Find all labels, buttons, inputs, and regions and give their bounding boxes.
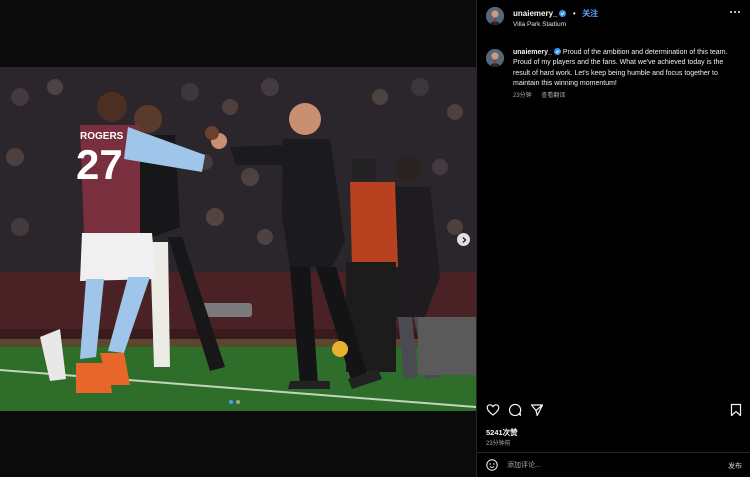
see-translation-link[interactable]: 查看翻译: [541, 93, 565, 99]
post-media: ROGERS 27: [0, 0, 476, 477]
username-link[interactable]: unaiemery_: [513, 9, 557, 18]
more-options-icon[interactable]: [730, 11, 740, 13]
shirt-number: 27: [76, 141, 123, 188]
separator-dot: •: [572, 9, 576, 19]
post-header: unaiemery_ • 关注 Villa Park Stadium: [477, 0, 750, 32]
next-slide-button[interactable]: [457, 233, 470, 246]
post-comment-button[interactable]: 发布: [728, 461, 742, 471]
avatar-image: [486, 49, 504, 67]
comment-input[interactable]: [507, 458, 707, 472]
celebration-photo: ROGERS 27: [0, 67, 476, 411]
comment-icon[interactable]: [508, 403, 522, 417]
action-bar: [477, 402, 750, 420]
post-panel: unaiemery_ • 关注 Villa Park Stadium unaie…: [476, 0, 750, 477]
location-link[interactable]: Villa Park Stadium: [513, 21, 598, 28]
follow-button[interactable]: 关注: [582, 9, 598, 18]
comment-bar: 发布: [477, 453, 750, 477]
chevron-right-icon: [462, 236, 466, 243]
emoji-icon[interactable]: [486, 459, 498, 471]
caption-time: 23分钟: [513, 93, 532, 100]
bookmark-icon[interactable]: [729, 403, 743, 417]
verified-badge-icon: [553, 48, 561, 55]
avatar[interactable]: [486, 7, 504, 25]
verified-badge-icon: [559, 10, 567, 18]
post-photo[interactable]: ROGERS 27: [0, 67, 476, 411]
carousel-indicator: [229, 400, 240, 404]
caption-avatar[interactable]: [486, 49, 504, 67]
heart-icon[interactable]: [486, 403, 500, 417]
carousel-dot: [229, 400, 233, 404]
share-icon[interactable]: [530, 403, 544, 417]
like-count[interactable]: 5241次赞: [486, 427, 518, 438]
avatar-image: [486, 7, 504, 25]
carousel-dot: [236, 400, 240, 404]
caption: unaiemery_ Proud of the ambition and det…: [477, 32, 750, 101]
post-timestamp: 23分钟前: [486, 441, 511, 447]
caption-username-link[interactable]: unaiemery_: [513, 49, 552, 56]
